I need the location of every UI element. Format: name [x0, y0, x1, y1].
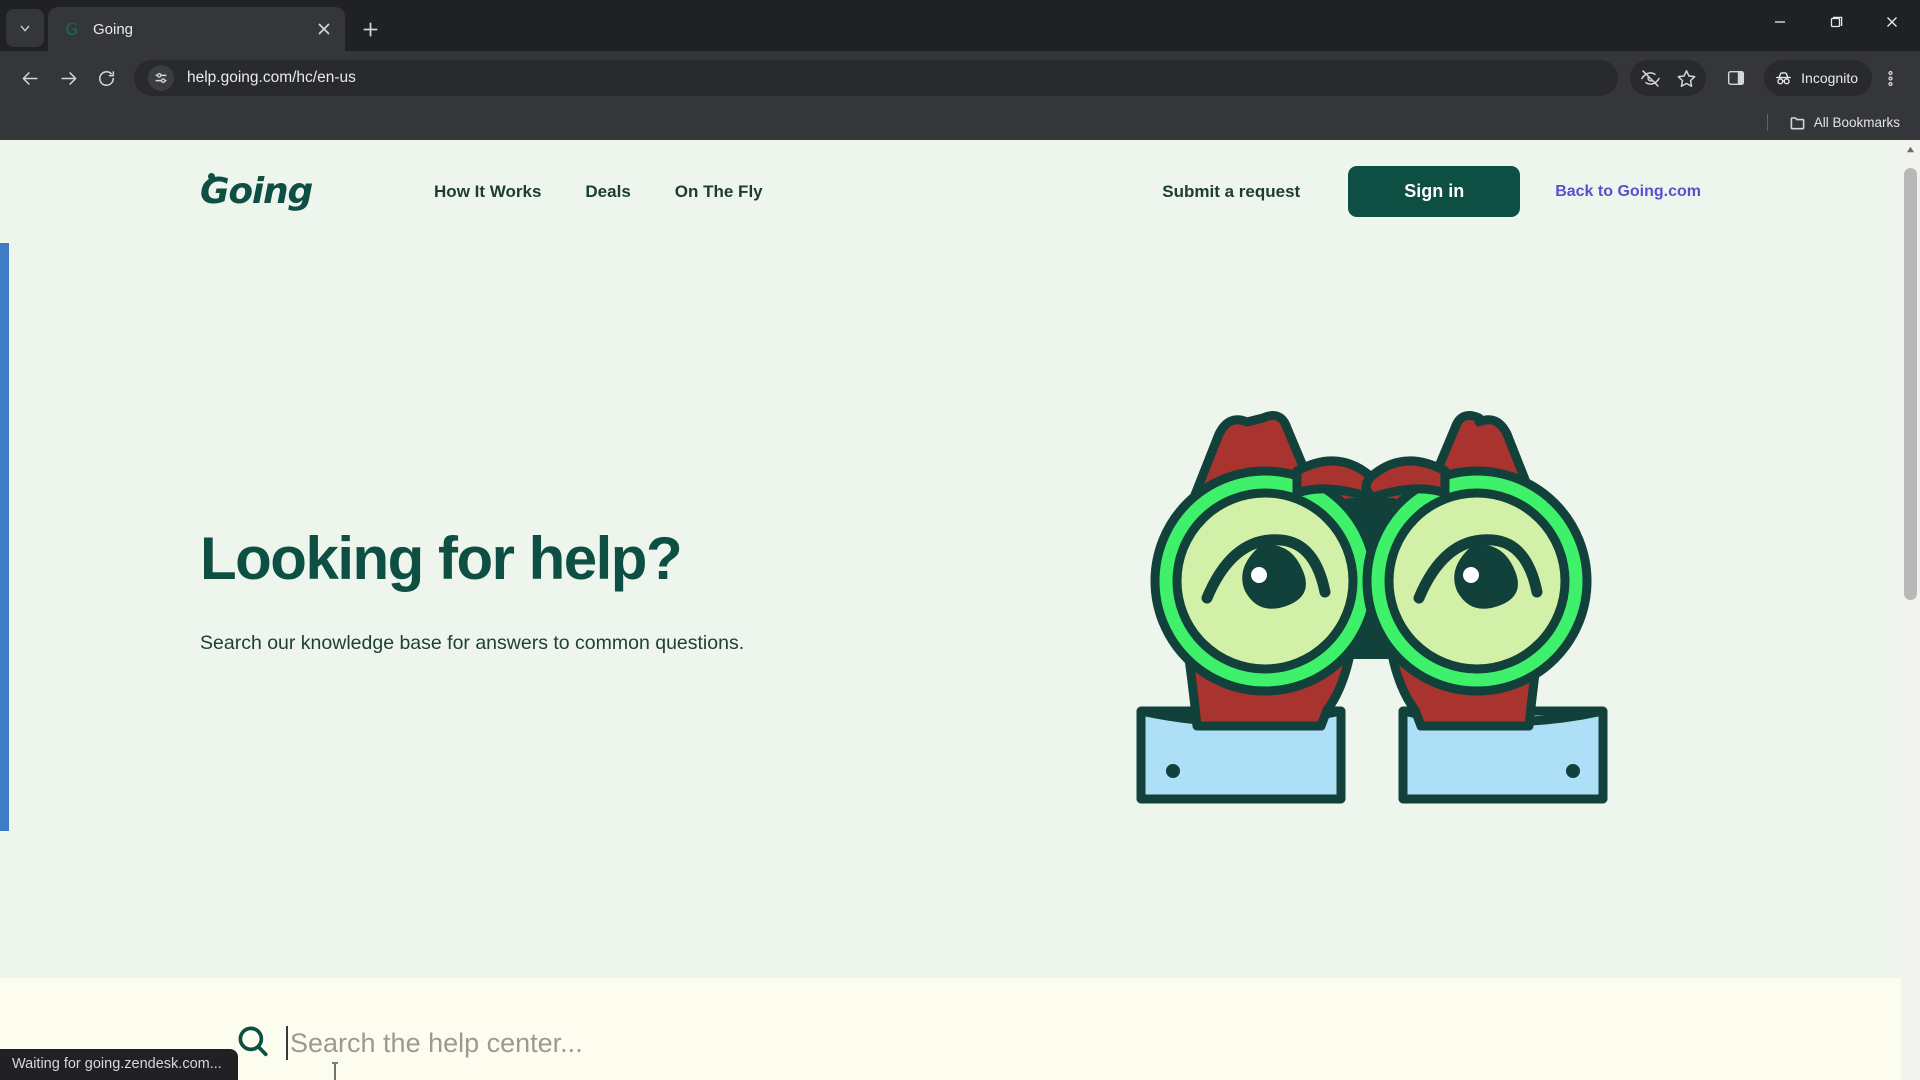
- hero-subtitle: Search our knowledge base for answers to…: [200, 631, 745, 654]
- eye-off-icon: [1640, 69, 1660, 87]
- browser-toolbar: help.going.com/hc/en-us Incognito: [0, 51, 1920, 105]
- minimize-button[interactable]: [1752, 0, 1808, 44]
- browser-window: Going help.going.com/hc/en-us Incognito …: [0, 0, 1920, 1080]
- submit-a-request-link[interactable]: Submit a request: [1162, 182, 1300, 202]
- close-icon[interactable]: [313, 18, 335, 40]
- incognito-icon: [1776, 71, 1792, 84]
- tracking-bookmark-group: [1630, 60, 1707, 96]
- hands-holding-binoculars-illustration: [1111, 393, 1631, 813]
- maximize-button[interactable]: [1808, 0, 1864, 44]
- tracking-protection-button[interactable]: [1632, 60, 1668, 96]
- incognito-label: Incognito: [1801, 70, 1858, 86]
- arrow-left-icon: [22, 71, 38, 85]
- page-scrollbar[interactable]: [1901, 140, 1920, 1080]
- site-settings-icon[interactable]: [148, 65, 174, 91]
- minimize-icon: [1775, 21, 1785, 23]
- status-bubble: Waiting for going.zendesk.com...: [0, 1049, 238, 1080]
- sign-in-button[interactable]: Sign in: [1348, 166, 1521, 217]
- side-panel-button[interactable]: [1718, 60, 1754, 96]
- nav-link-on-the-fly[interactable]: On The Fly: [675, 182, 763, 202]
- text-caret: [286, 1026, 288, 1060]
- address-bar-url: help.going.com/hc/en-us: [187, 69, 356, 86]
- triangle-up-icon: [1906, 146, 1915, 153]
- search-icon: [236, 1024, 270, 1063]
- search-section: [0, 978, 1901, 1080]
- all-bookmarks-label: All Bookmarks: [1813, 115, 1900, 130]
- page-title: Looking for help?: [200, 524, 683, 592]
- nav-link-how-it-works[interactable]: How It Works: [434, 182, 541, 202]
- window-controls: [1752, 0, 1920, 44]
- back-button[interactable]: [12, 60, 48, 96]
- site-header: Going How It Works Deals On The Fly Subm…: [0, 140, 1901, 243]
- scrollbar-thumb[interactable]: [1904, 168, 1917, 600]
- going-logo[interactable]: Going: [200, 171, 313, 212]
- help-center-page: Going How It Works Deals On The Fly Subm…: [0, 140, 1901, 1080]
- all-bookmarks-button[interactable]: All Bookmarks: [1782, 111, 1908, 135]
- new-tab-button[interactable]: [353, 12, 387, 46]
- close-icon: [1887, 17, 1897, 27]
- search-card: [200, 978, 1701, 1080]
- header-actions: Submit a request Sign in Back to Going.c…: [1162, 166, 1701, 217]
- focus-indicator-bar: [0, 243, 9, 831]
- logo-accent-dot: [208, 173, 215, 180]
- forward-button[interactable]: [50, 60, 86, 96]
- hero-section: Looking for help? Search our knowledge b…: [0, 243, 1901, 978]
- bookmarks-divider: [1766, 114, 1768, 131]
- going-g-favicon: [64, 21, 81, 38]
- folder-icon: [1790, 116, 1805, 129]
- side-panel-icon: [1728, 70, 1745, 86]
- incognito-indicator[interactable]: Incognito: [1764, 60, 1872, 96]
- bookmark-button[interactable]: [1668, 60, 1704, 96]
- logo-text: Going: [200, 171, 313, 212]
- close-window-button[interactable]: [1864, 0, 1920, 44]
- address-bar[interactable]: help.going.com/hc/en-us: [134, 60, 1619, 96]
- star-icon: [1677, 69, 1696, 87]
- three-dots-icon: [1887, 70, 1893, 86]
- scroll-up-button[interactable]: [1901, 140, 1920, 159]
- chevron-down-icon: [20, 25, 30, 32]
- reload-icon: [98, 70, 114, 86]
- nav-link-deals[interactable]: Deals: [585, 182, 630, 202]
- maximize-icon: [1830, 16, 1843, 28]
- search-input-wrapper: [286, 1026, 1701, 1060]
- bookmarks-bar: All Bookmarks: [0, 105, 1920, 140]
- reload-button[interactable]: [88, 60, 124, 96]
- arrow-right-icon: [60, 71, 76, 85]
- tab-title: Going: [93, 20, 134, 38]
- page-viewport: Going How It Works Deals On The Fly Subm…: [0, 140, 1920, 1080]
- plus-icon: [362, 21, 378, 37]
- toolbar-actions: Incognito: [1630, 60, 1908, 96]
- tab-strip: Going: [0, 0, 1920, 51]
- search-input[interactable]: [290, 1027, 1701, 1059]
- main-navigation: How It Works Deals On The Fly: [434, 182, 763, 202]
- back-to-going-link[interactable]: Back to Going.com: [1555, 183, 1701, 201]
- hero-copy: Looking for help? Search our knowledge b…: [200, 527, 900, 655]
- chrome-menu-button[interactable]: [1872, 60, 1908, 96]
- tab-search-button[interactable]: [6, 9, 44, 47]
- browser-tab[interactable]: Going: [48, 7, 345, 51]
